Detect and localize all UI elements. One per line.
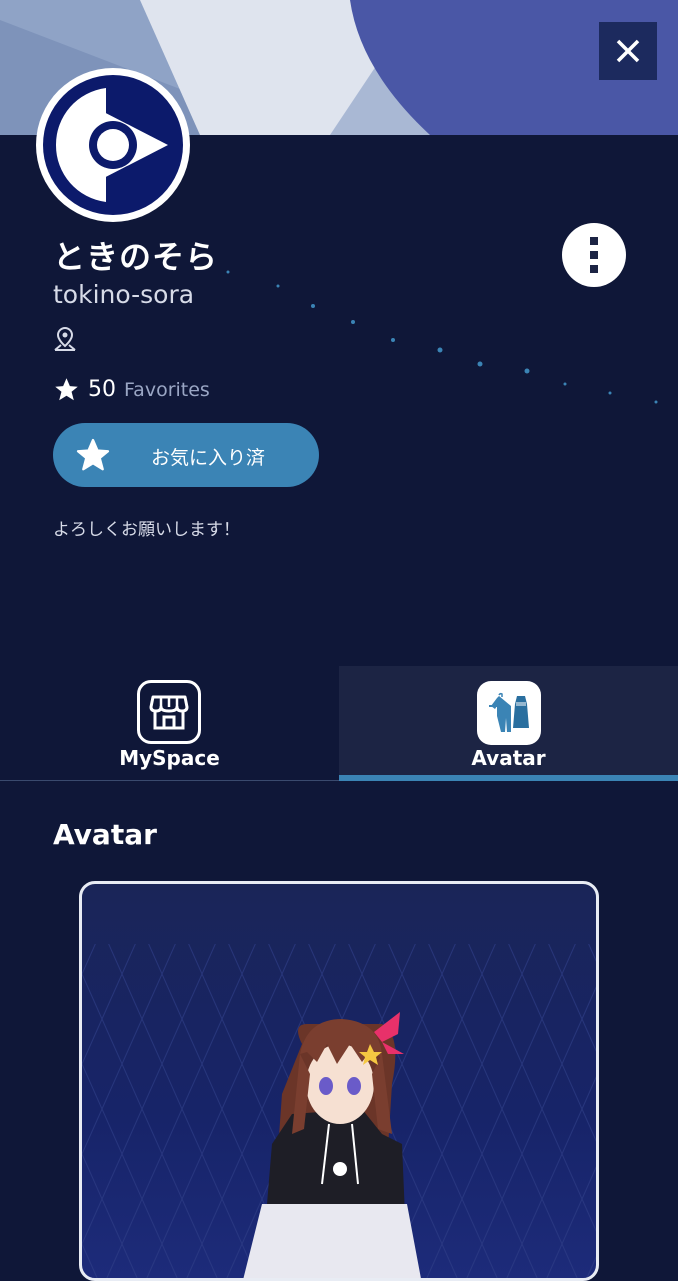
profile-tabs: MySpace Avatar (0, 666, 678, 781)
tab-icon-box (477, 681, 541, 745)
avatar-preview[interactable] (79, 881, 599, 1281)
display-name: ときのそら (53, 238, 219, 276)
vertical-dots-icon (590, 237, 598, 273)
favorite-button[interactable]: お気に入り済 (53, 423, 319, 487)
tab-avatar[interactable]: Avatar (339, 666, 678, 781)
star-icon (76, 438, 110, 471)
favorites-label: Favorites (124, 378, 210, 401)
more-options-button[interactable] (562, 223, 626, 287)
star-icon (55, 378, 78, 401)
profile-bio: よろしくお願いします！ (53, 520, 240, 540)
avatar-character-image (82, 944, 596, 1278)
section-title: Avatar (53, 818, 157, 851)
tab-label: MySpace (119, 746, 220, 770)
avatar-logo (39, 71, 187, 219)
user-id: tokino-sora (53, 280, 195, 309)
tab-selected-indicator (339, 775, 678, 781)
map-pin-icon (53, 326, 77, 356)
tab-myspace[interactable]: MySpace (0, 666, 339, 781)
favorite-button-label: お気に入り済 (151, 447, 266, 469)
tab-label: Avatar (471, 746, 546, 770)
profile-avatar (36, 68, 190, 222)
tab-icon-box (137, 680, 201, 744)
close-button[interactable] (599, 22, 657, 80)
favorites-count-row: 50 Favorites (53, 376, 210, 403)
favorites-count: 50 (88, 377, 116, 402)
clothing-icon (489, 692, 529, 732)
close-icon (616, 39, 640, 63)
store-icon (149, 695, 189, 730)
